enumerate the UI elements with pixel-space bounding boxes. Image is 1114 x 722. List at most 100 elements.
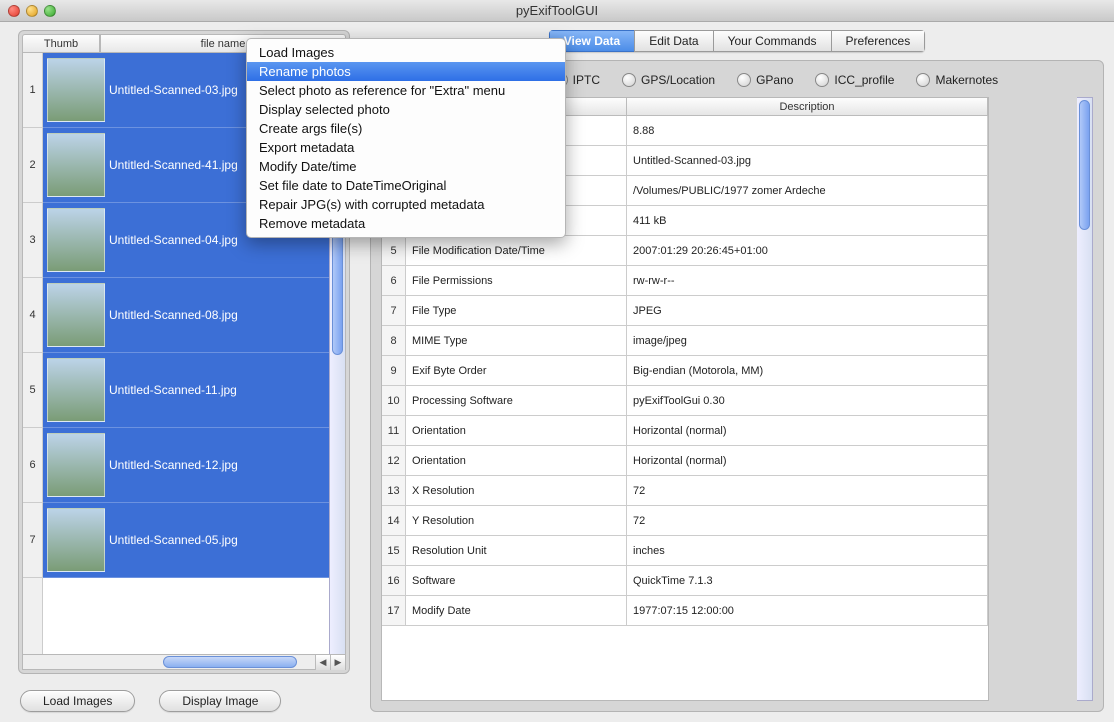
thumbnail-image	[47, 358, 105, 422]
radio-icon	[815, 73, 829, 87]
table-row[interactable]: 6File Permissionsrw-rw-r--	[382, 266, 988, 296]
thumbnail-image	[47, 508, 105, 572]
table-row[interactable]: Untitled-Scanned-11.jpg	[43, 353, 329, 428]
table-row[interactable]: Untitled-Scanned-08.jpg	[43, 278, 329, 353]
param-cell: File Type	[406, 296, 627, 325]
param-cell: Orientation	[406, 446, 627, 475]
row-number: 5	[23, 353, 42, 428]
row-index: 15	[382, 536, 406, 565]
thumbnail-horizontal-scrollbar[interactable]: ◀ ▶	[22, 655, 346, 670]
file-name-cell: Untitled-Scanned-04.jpg	[109, 233, 238, 247]
radio-label: GPano	[756, 73, 793, 87]
context-menu-item[interactable]: Display selected photo	[247, 100, 565, 119]
param-cell: Processing Software	[406, 386, 627, 415]
param-cell: File Permissions	[406, 266, 627, 295]
radio-icc-profile[interactable]: ICC_profile	[815, 73, 894, 87]
value-cell: QuickTime 7.1.3	[627, 566, 988, 595]
param-cell: Y Resolution	[406, 506, 627, 535]
row-index: 6	[382, 266, 406, 295]
radio-gps[interactable]: GPS/Location	[622, 73, 715, 87]
param-cell: Exif Byte Order	[406, 356, 627, 385]
table-row[interactable]: 16SoftwareQuickTime 7.1.3	[382, 566, 988, 596]
context-menu-item[interactable]: Rename photos	[247, 62, 565, 81]
value-cell: 2007:01:29 20:26:45+01:00	[627, 236, 988, 265]
scroll-right-icon[interactable]: ▶	[330, 655, 345, 670]
row-number: 4	[23, 278, 42, 353]
row-index: 11	[382, 416, 406, 445]
value-cell: JPEG	[627, 296, 988, 325]
table-row[interactable]: 10Processing SoftwarepyExifToolGui 0.30	[382, 386, 988, 416]
scrollbar-thumb[interactable]	[163, 656, 297, 668]
context-menu-item[interactable]: Repair JPG(s) with corrupted metadata	[247, 195, 565, 214]
table-row[interactable]: 13X Resolution72	[382, 476, 988, 506]
row-index: 8	[382, 326, 406, 355]
table-row[interactable]: 8MIME Typeimage/jpeg	[382, 326, 988, 356]
load-images-button[interactable]: Load Images	[20, 690, 135, 712]
value-cell: 1977:07:15 12:00:00	[627, 596, 988, 625]
value-cell: Horizontal (normal)	[627, 416, 988, 445]
value-cell: /Volumes/PUBLIC/1977 zomer Ardeche	[627, 176, 988, 205]
tab-your-commands[interactable]: Your Commands	[713, 30, 831, 52]
col-header-description[interactable]: Description	[627, 98, 988, 116]
param-cell: MIME Type	[406, 326, 627, 355]
table-row[interactable]: 5File Modification Date/Time2007:01:29 2…	[382, 236, 988, 266]
scroll-left-icon[interactable]: ◀	[315, 655, 330, 670]
row-index: 13	[382, 476, 406, 505]
row-number-gutter: 1 2 3 4 5 6 7	[23, 53, 43, 654]
radio-label: GPS/Location	[641, 73, 715, 87]
metadata-vertical-scrollbar[interactable]	[1077, 97, 1093, 701]
tab-edit-data[interactable]: Edit Data	[634, 30, 712, 52]
context-menu-item[interactable]: Remove metadata	[247, 214, 565, 233]
file-name-cell: Untitled-Scanned-03.jpg	[109, 83, 238, 97]
context-menu-item[interactable]: Select photo as reference for "Extra" me…	[247, 81, 565, 100]
radio-makernotes[interactable]: Makernotes	[916, 73, 998, 87]
param-cell: File Modification Date/Time	[406, 236, 627, 265]
scrollbar-thumb[interactable]	[1079, 100, 1090, 230]
row-index: 16	[382, 566, 406, 595]
thumbnail-image	[47, 58, 105, 122]
radio-label: ICC_profile	[834, 73, 894, 87]
row-number: 6	[23, 428, 42, 503]
row-number: 7	[23, 503, 42, 578]
display-image-button[interactable]: Display Image	[159, 690, 281, 712]
radio-icon	[622, 73, 636, 87]
table-row[interactable]: Untitled-Scanned-12.jpg	[43, 428, 329, 503]
tab-preferences[interactable]: Preferences	[831, 30, 926, 52]
thumbnail-image	[47, 133, 105, 197]
context-menu-item[interactable]: Load Images	[247, 43, 565, 62]
file-name-cell: Untitled-Scanned-11.jpg	[109, 383, 237, 397]
row-number: 3	[23, 203, 42, 278]
thumbnail-image	[47, 433, 105, 497]
param-cell: Software	[406, 566, 627, 595]
radio-label: Makernotes	[935, 73, 998, 87]
file-name-cell: Untitled-Scanned-05.jpg	[109, 533, 238, 547]
table-row[interactable]: 11OrientationHorizontal (normal)	[382, 416, 988, 446]
file-name-cell: Untitled-Scanned-41.jpg	[109, 158, 238, 172]
row-index: 7	[382, 296, 406, 325]
table-row[interactable]: 7File TypeJPEG	[382, 296, 988, 326]
context-menu-item[interactable]: Modify Date/time	[247, 157, 565, 176]
value-cell: Big-endian (Motorola, MM)	[627, 356, 988, 385]
row-index: 17	[382, 596, 406, 625]
table-row[interactable]: 9Exif Byte OrderBig-endian (Motorola, MM…	[382, 356, 988, 386]
table-row[interactable]: 17Modify Date1977:07:15 12:00:00	[382, 596, 988, 626]
param-cell: Modify Date	[406, 596, 627, 625]
radio-icon	[916, 73, 930, 87]
param-cell: Orientation	[406, 416, 627, 445]
value-cell: image/jpeg	[627, 326, 988, 355]
table-row[interactable]: 12OrientationHorizontal (normal)	[382, 446, 988, 476]
table-row[interactable]: Untitled-Scanned-05.jpg	[43, 503, 329, 578]
row-index: 10	[382, 386, 406, 415]
col-header-thumb[interactable]: Thumb	[22, 34, 100, 53]
context-menu: Load ImagesRename photosSelect photo as …	[246, 38, 566, 238]
value-cell: rw-rw-r--	[627, 266, 988, 295]
thumbnail-image	[47, 208, 105, 272]
context-menu-item[interactable]: Create args file(s)	[247, 119, 565, 138]
row-number: 2	[23, 128, 42, 203]
context-menu-item[interactable]: Export metadata	[247, 138, 565, 157]
table-row[interactable]: 15Resolution Unitinches	[382, 536, 988, 566]
value-cell: pyExifToolGui 0.30	[627, 386, 988, 415]
table-row[interactable]: 14Y Resolution72	[382, 506, 988, 536]
radio-gpano[interactable]: GPano	[737, 73, 793, 87]
context-menu-item[interactable]: Set file date to DateTimeOriginal	[247, 176, 565, 195]
